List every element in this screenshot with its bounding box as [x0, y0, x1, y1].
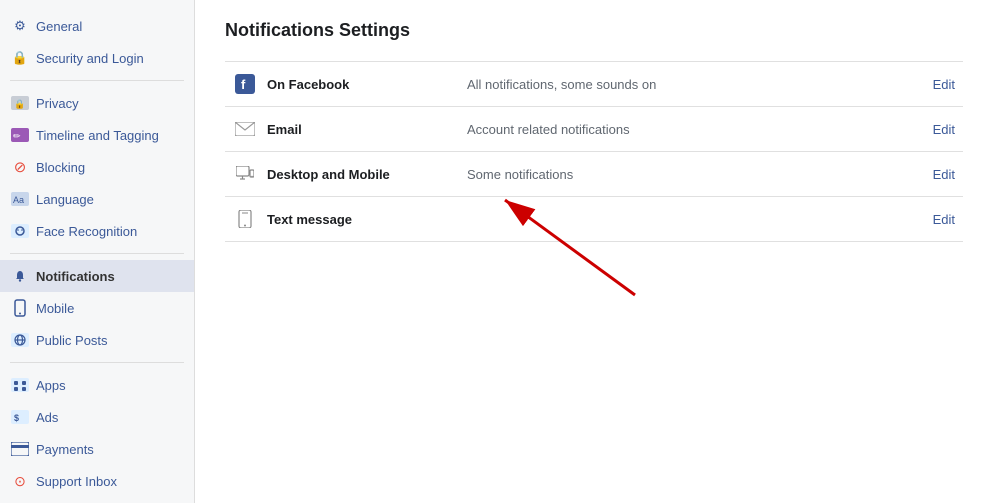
sidebar-label-security: Security and Login — [36, 51, 144, 66]
language-icon: Aa — [10, 189, 30, 209]
settings-row-text-message: Text message Edit — [225, 196, 963, 242]
blocking-icon: ⊘ — [10, 157, 30, 177]
text-message-edit[interactable]: Edit — [923, 212, 955, 227]
email-description: Account related notifications — [467, 122, 923, 137]
sidebar-item-mobile[interactable]: Mobile — [0, 292, 194, 324]
sidebar-item-security[interactable]: 🔒 Security and Login — [0, 42, 194, 74]
sidebar-label-timeline: Timeline and Tagging — [36, 128, 159, 143]
sidebar-label-support: Support Inbox — [36, 474, 117, 489]
settings-row-desktop-mobile: Desktop and Mobile Some notifications Ed… — [225, 151, 963, 196]
shield-icon: 🔒 — [10, 48, 30, 68]
privacy-icon: 🔒 — [10, 93, 30, 113]
email-edit[interactable]: Edit — [923, 122, 955, 137]
desktop-mobile-label: Desktop and Mobile — [267, 167, 467, 182]
desktop-mobile-description: Some notifications — [467, 167, 923, 182]
sidebar-label-face: Face Recognition — [36, 224, 137, 239]
sidebar-item-publicposts[interactable]: Public Posts — [0, 324, 194, 356]
svg-text:🔒: 🔒 — [14, 99, 25, 109]
desktop-mobile-edit[interactable]: Edit — [923, 167, 955, 182]
svg-text:✏: ✏ — [13, 131, 21, 141]
sidebar-item-privacy[interactable]: 🔒 Privacy — [0, 87, 194, 119]
sidebar-label-apps: Apps — [36, 378, 66, 393]
sidebar-divider-2 — [10, 253, 184, 254]
svg-text:$: $ — [14, 413, 19, 423]
support-icon: ⊙ — [10, 471, 30, 491]
sidebar-item-apps[interactable]: Apps — [0, 369, 194, 401]
apps-icon — [10, 375, 30, 395]
sidebar-divider-3 — [10, 362, 184, 363]
sidebar-item-videos[interactable]: Videos — [0, 497, 194, 503]
sidebar-item-notifications[interactable]: Notifications — [0, 260, 194, 292]
sms-row-icon — [233, 209, 257, 229]
sidebar: ⚙ General 🔒 Security and Login 🔒 Privacy… — [0, 0, 195, 503]
text-message-label: Text message — [267, 212, 467, 227]
sidebar-label-payments: Payments — [36, 442, 94, 457]
mobile-icon — [10, 298, 30, 318]
sidebar-item-timeline[interactable]: ✏ Timeline and Tagging — [0, 119, 194, 151]
email-label: Email — [267, 122, 467, 137]
sidebar-label-notifications: Notifications — [36, 269, 115, 284]
sidebar-label-privacy: Privacy — [36, 96, 79, 111]
settings-row-on-facebook: f On Facebook All notifications, some so… — [225, 61, 963, 106]
sidebar-item-ads[interactable]: $ Ads — [0, 401, 194, 433]
main-content: Notifications Settings f On Facebook All… — [195, 0, 993, 262]
on-facebook-label: On Facebook — [267, 77, 467, 92]
desktop-row-icon — [233, 164, 257, 184]
svg-text:f: f — [241, 77, 246, 92]
settings-row-email: Email Account related notifications Edit — [225, 106, 963, 151]
ads-icon: $ — [10, 407, 30, 427]
main-wrapper: Notifications Settings f On Facebook All… — [195, 0, 993, 503]
publicposts-icon — [10, 330, 30, 350]
email-row-icon — [233, 119, 257, 139]
gear-icon: ⚙ — [10, 16, 30, 36]
payments-icon — [10, 439, 30, 459]
sidebar-label-language: Language — [36, 192, 94, 207]
svg-text:Aa: Aa — [13, 195, 24, 205]
page-title: Notifications Settings — [225, 20, 963, 41]
sidebar-item-language[interactable]: Aa Language — [0, 183, 194, 215]
sidebar-item-blocking[interactable]: ⊘ Blocking — [0, 151, 194, 183]
facebook-row-icon: f — [233, 74, 257, 94]
sidebar-divider-1 — [10, 80, 184, 81]
sidebar-label-general: General — [36, 19, 82, 34]
sidebar-item-payments[interactable]: Payments — [0, 433, 194, 465]
on-facebook-description: All notifications, some sounds on — [467, 77, 923, 92]
sidebar-item-support[interactable]: ⊙ Support Inbox — [0, 465, 194, 497]
notifications-icon — [10, 266, 30, 286]
sidebar-label-publicposts: Public Posts — [36, 333, 108, 348]
timeline-icon: ✏ — [10, 125, 30, 145]
sidebar-item-general[interactable]: ⚙ General — [0, 10, 194, 42]
sidebar-label-ads: Ads — [36, 410, 58, 425]
face-icon — [10, 221, 30, 241]
on-facebook-edit[interactable]: Edit — [923, 77, 955, 92]
sidebar-label-mobile: Mobile — [36, 301, 74, 316]
sidebar-item-face[interactable]: Face Recognition — [0, 215, 194, 247]
sidebar-label-blocking: Blocking — [36, 160, 85, 175]
